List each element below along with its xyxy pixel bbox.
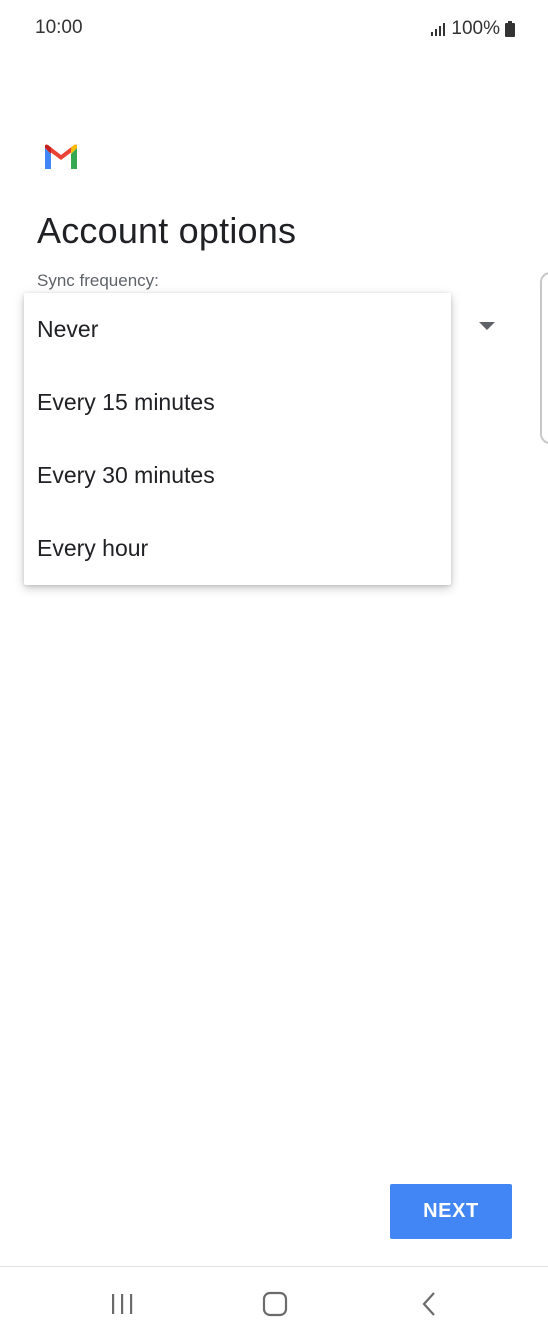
dropdown-arrow-icon [479,322,495,330]
status-time: 10:00 [35,17,83,38]
sync-frequency-label: Sync frequency: [37,271,159,290]
navigation-bar [0,1267,548,1339]
page-title: Account options [37,210,297,251]
sync-frequency-dropdown: Never Every 15 minutes Every 30 minutes … [24,293,451,585]
gmail-logo [43,144,79,171]
option-every-15-minutes[interactable]: Every 15 minutes [24,366,451,439]
option-never[interactable]: Never [24,293,451,366]
battery-percent: 100% [451,18,500,39]
next-button[interactable]: NEXT [390,1184,512,1239]
option-every-30-minutes[interactable]: Every 30 minutes [24,439,451,512]
signal-icon [430,21,446,37]
battery-icon [505,21,515,37]
status-bar: 10:00 100% [0,0,548,58]
option-every-hour[interactable]: Every hour [24,512,451,585]
status-indicators: 100% [430,17,515,41]
home-icon[interactable] [255,1287,295,1321]
scroll-edge-indicator [540,272,548,444]
back-icon[interactable] [410,1287,450,1321]
recent-apps-icon[interactable] [102,1287,142,1321]
